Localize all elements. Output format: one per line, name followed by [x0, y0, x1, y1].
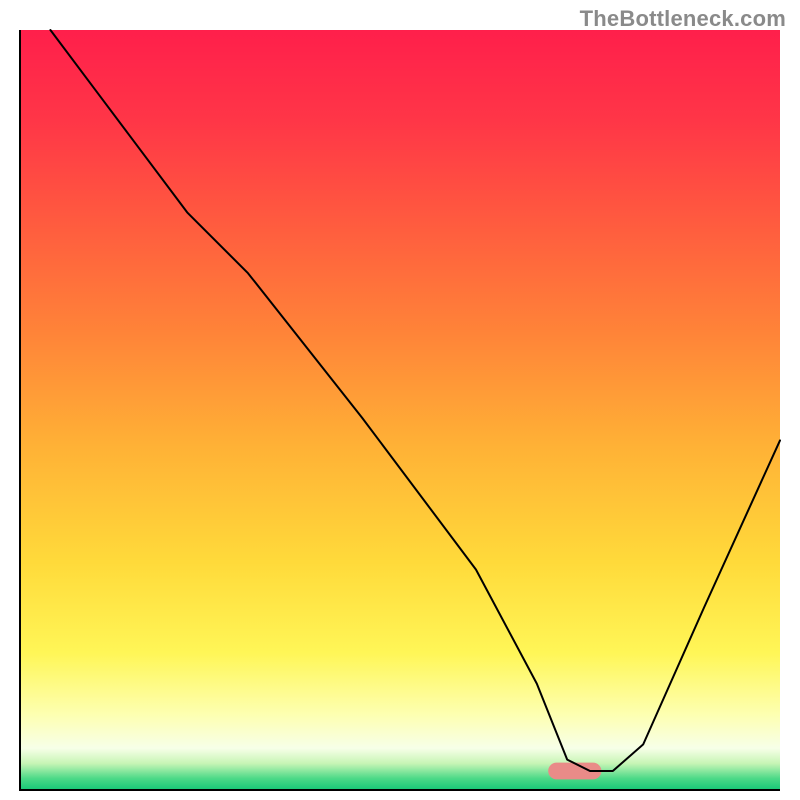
- chart-svg: [0, 0, 800, 800]
- bottleneck-chart: TheBottleneck.com: [0, 0, 800, 800]
- plot-background: [20, 30, 780, 790]
- watermark-text: TheBottleneck.com: [580, 6, 786, 32]
